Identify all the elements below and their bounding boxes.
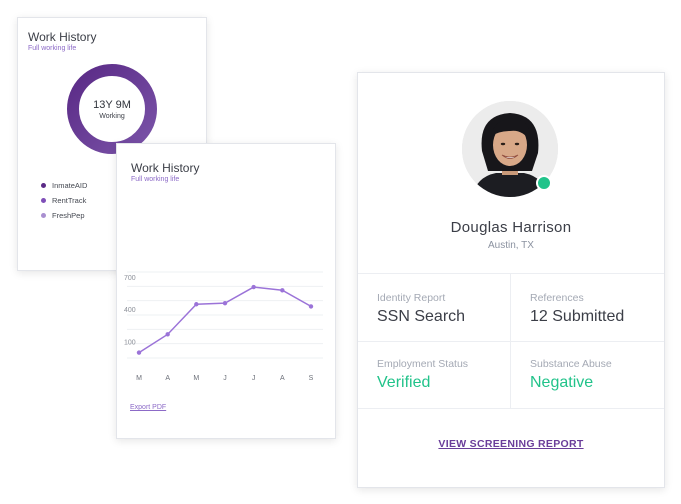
detail-label: Identity Report: [377, 292, 446, 304]
detail-references: References 12 Submitted: [530, 292, 680, 326]
legend-dot: [41, 183, 46, 188]
y-tick-label: 400: [124, 307, 136, 314]
data-point: [194, 302, 199, 307]
detail-value: SSN Search: [377, 308, 466, 325]
work-history-chart-card: Work History Full working life 100 400 700…: [116, 143, 336, 439]
legend: InmateAID RentTrack FreshPep: [41, 178, 87, 223]
data-point: [222, 300, 228, 306]
x-tick-label: S: [309, 375, 314, 382]
series-line: [138, 286, 312, 354]
card-title: Work History: [28, 30, 97, 44]
detail-label: References: [530, 292, 584, 304]
detail-value: 12 Submitted: [530, 308, 625, 325]
candidate-name: Douglas Harrison: [450, 219, 572, 236]
y-tick-label: 700: [124, 275, 136, 282]
detail-substance-abuse: Substance Abuse Negative: [530, 358, 680, 392]
detail-identity-report: Identity Report SSN Search: [377, 292, 527, 326]
data-point: [165, 332, 170, 337]
legend-label: FreshPep: [52, 211, 85, 220]
screening-details-grid: Identity Report SSN Search References 12…: [358, 273, 664, 409]
legend-item: InmateAID: [41, 178, 87, 193]
legend-label: RentTrack: [52, 196, 87, 205]
legend-dot: [41, 213, 46, 218]
data-point: [280, 288, 285, 293]
x-tick-label: A: [165, 375, 170, 382]
detail-employment-status: Employment Status Verified: [377, 358, 527, 392]
online-status-dot: [536, 175, 552, 191]
card-subtitle: Full working life: [28, 45, 77, 52]
x-tick-label: M: [136, 375, 142, 382]
x-tick-label: J: [223, 375, 227, 382]
view-screening-report-link[interactable]: VIEW SCREENING REPORT: [358, 438, 664, 450]
data-point: [136, 350, 142, 355]
line-chart: 100 400 700 M A M J J A S: [124, 271, 323, 382]
x-tick-label: J: [252, 375, 256, 382]
donut-center: 13Y 9M Working: [66, 63, 158, 155]
detail-label: Employment Status: [377, 358, 469, 370]
data-point: [308, 304, 314, 309]
detail-value: Verified: [377, 374, 431, 391]
x-tick-label: M: [193, 375, 199, 382]
candidate-location: Austin, TX: [488, 240, 534, 251]
legend-item: RentTrack: [41, 193, 87, 208]
legend-dot: [41, 198, 46, 203]
legend-label: InmateAID: [52, 181, 88, 190]
candidate-profile-card: Douglas Harrison Austin, TX Identity Rep…: [357, 72, 665, 488]
x-tick-label: A: [280, 375, 285, 382]
divider: [358, 341, 664, 342]
y-tick-label: 100: [124, 339, 136, 346]
detail-label: Substance Abuse: [530, 358, 612, 370]
employment-status-caption: Working: [99, 112, 125, 120]
detail-value: Negative: [530, 374, 594, 391]
total-duration: 13Y 9M: [93, 98, 131, 111]
export-pdf-link[interactable]: Export PDF: [130, 404, 166, 411]
legend-item: FreshPep: [41, 208, 87, 223]
data-point: [251, 284, 256, 290]
avatar-wrapper: [462, 101, 558, 197]
